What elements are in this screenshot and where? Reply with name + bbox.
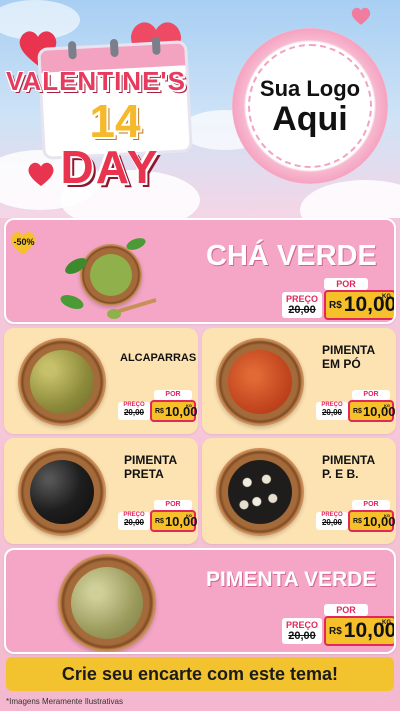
old-price-tag: PREÇO 20,00 xyxy=(282,292,322,318)
old-price-tag: PREÇO 20,00 xyxy=(282,618,322,644)
currency: R$ xyxy=(329,625,342,637)
cloud-decoration xyxy=(300,180,400,218)
product-card-pimenta-em-po[interactable]: PIMENTA EM PÓ POR PREÇO 20,00 R$ 10,00 K… xyxy=(202,328,396,434)
product-card-alcaparras[interactable]: ALCAPARRAS POR PREÇO 20,00 R$ 10,00 KG xyxy=(4,328,198,434)
logo-text-line1: Sua Logo xyxy=(259,76,361,101)
unit: KG xyxy=(382,294,391,300)
old-price-tag: PREÇO 20,00 xyxy=(316,402,348,420)
currency: R$ xyxy=(353,407,362,415)
product-image-pimenta-preta xyxy=(18,448,106,536)
product-name: PIMENTA EM PÓ xyxy=(322,343,392,372)
currency: R$ xyxy=(155,517,164,525)
calendar-ring xyxy=(67,40,77,60)
calendar-ring xyxy=(151,36,161,55)
old-price-tag: PREÇO 20,00 xyxy=(118,512,150,530)
price-tag: R$ 10,00 KG xyxy=(348,400,396,422)
currency: R$ xyxy=(155,407,164,415)
preco-label: PREÇO xyxy=(285,294,318,304)
logo-text-line2: Aqui xyxy=(272,100,348,138)
discount-badge: -50% xyxy=(13,237,35,247)
header-banner: VALENTINE'S 14 DAY Sua Logo Aqui xyxy=(0,0,400,218)
product-image-pimenta-peb xyxy=(216,448,304,536)
old-price: 20,00 xyxy=(123,408,145,417)
price-tag: R$ 10,00 KG xyxy=(348,510,396,532)
old-price: 20,00 xyxy=(288,304,316,316)
title-valentines: VALENTINE'S xyxy=(6,66,186,96)
title-day: DAY xyxy=(60,141,160,193)
logo-placeholder: Sua Logo Aqui xyxy=(248,44,372,168)
product-name: CHÁ VERDE xyxy=(206,240,377,272)
product-name-line1: PIMENTA xyxy=(322,343,376,357)
unit: KG xyxy=(382,620,391,626)
leaf-icon xyxy=(60,238,157,319)
unit: KG xyxy=(186,403,192,408)
price: 10,00 xyxy=(164,513,198,529)
old-price: 20,00 xyxy=(321,408,343,417)
price-tag: R$ 10,00 KG xyxy=(324,616,394,646)
currency: R$ xyxy=(329,299,342,311)
preco-label: PREÇO xyxy=(285,620,318,630)
product-name: ALCAPARRAS xyxy=(120,352,197,364)
por-label: POR xyxy=(154,390,192,400)
heart-icon xyxy=(351,7,371,25)
price-tag: R$ 10,00 KG xyxy=(150,510,198,532)
old-price: 20,00 xyxy=(123,518,145,527)
product-name: PIMENTA VERDE xyxy=(206,568,377,591)
price: 10,00 xyxy=(362,403,396,419)
unit: KG xyxy=(186,513,192,518)
product-card-pimenta-preta[interactable]: PIMENTA PRETA POR PREÇO 20,00 R$ 10,00 K… xyxy=(4,438,198,544)
por-label: POR xyxy=(352,500,390,510)
por-label: POR xyxy=(154,500,192,510)
product-image-alcaparras xyxy=(18,338,106,426)
product-name: PIMENTA P. E B. xyxy=(322,453,392,482)
product-name-line2: P. E B. xyxy=(322,466,359,481)
old-price-tag: PREÇO 20,00 xyxy=(316,512,348,530)
price-tag: R$ 10,00 KG xyxy=(150,400,198,422)
price: 10,00 xyxy=(362,513,396,529)
product-name-line2: EM PÓ xyxy=(322,356,361,371)
calendar-ring xyxy=(109,38,119,58)
product-card-pimenta-peb[interactable]: PIMENTA P. E B. POR PREÇO 20,00 R$ 10,00… xyxy=(202,438,396,544)
por-label: POR xyxy=(324,604,368,616)
product-name-line1: PIMENTA xyxy=(124,453,178,467)
product-card-cha-verde[interactable]: CHÁ VERDE POR PREÇO 20,00 R$ 10,00 KG xyxy=(4,218,396,324)
old-price: 20,00 xyxy=(321,518,343,527)
product-image-pimenta-verde xyxy=(58,554,156,652)
currency: R$ xyxy=(353,517,362,525)
old-price: 20,00 xyxy=(288,630,316,642)
cta-banner[interactable]: Crie seu encarte com este tema! xyxy=(6,657,394,691)
product-name-line1: PIMENTA xyxy=(322,453,376,467)
price-tag: R$ 10,00 KG xyxy=(324,290,394,320)
unit: KG xyxy=(384,403,390,408)
price: 10,00 xyxy=(164,403,198,419)
product-name: PIMENTA PRETA xyxy=(124,453,194,482)
product-card-pimenta-verde[interactable]: PIMENTA VERDE POR PREÇO 20,00 R$ 10,00 K… xyxy=(4,548,396,654)
unit: KG xyxy=(384,513,390,518)
old-price-tag: PREÇO 20,00 xyxy=(118,402,150,420)
por-label: POR xyxy=(352,390,390,400)
footer-disclaimer: *Imagens Meramente Ilustrativas xyxy=(6,697,123,706)
product-name-line2: PRETA xyxy=(124,466,164,481)
por-label: POR xyxy=(324,278,368,290)
product-image-pimenta-em-po xyxy=(216,338,304,426)
